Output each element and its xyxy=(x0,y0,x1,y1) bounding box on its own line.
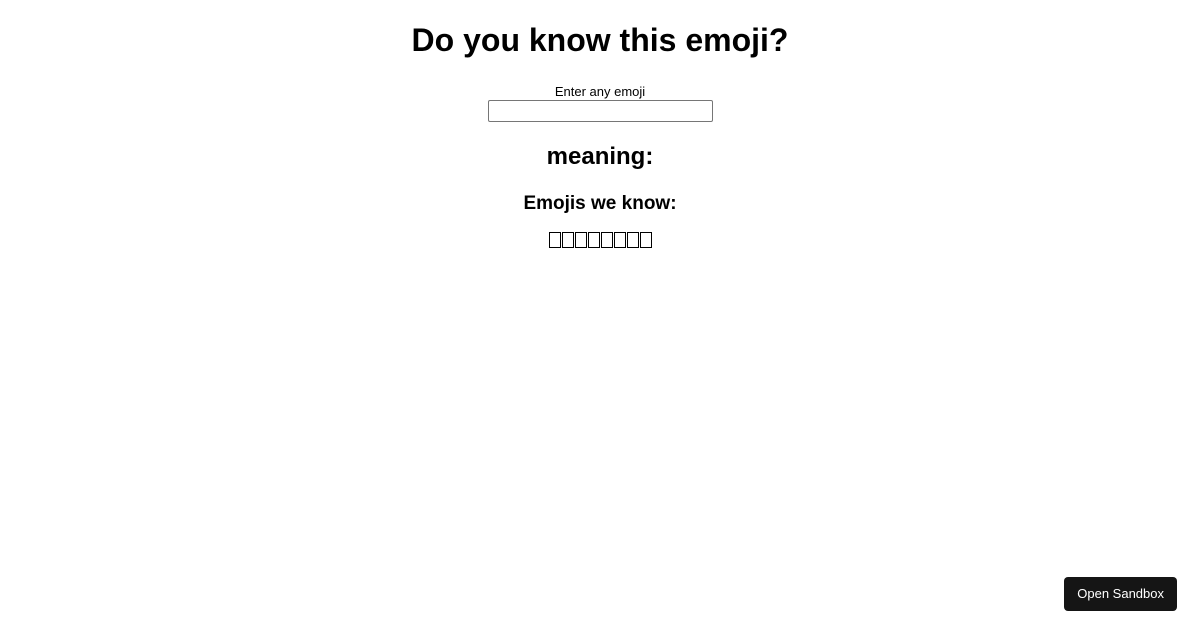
emoji-item[interactable]: 😂 xyxy=(561,232,574,248)
emoji-item[interactable]: 😡 xyxy=(613,232,626,248)
emoji-item[interactable]: 😎 xyxy=(587,232,600,248)
emoji-input-label: Enter any emoji xyxy=(554,84,646,99)
emoji-item[interactable]: 😀 xyxy=(548,232,561,248)
emoji-item[interactable]: 🙏 xyxy=(639,232,652,248)
emoji-input[interactable] xyxy=(487,100,713,122)
open-sandbox-button[interactable]: Open Sandbox xyxy=(1064,577,1177,611)
emoji-item[interactable]: 👍 xyxy=(626,232,639,248)
meaning-heading: meaning: xyxy=(546,143,654,170)
known-emojis-list: 😀 😂 😍 😎 😢 😡 👍 🙏 xyxy=(0,232,1200,248)
emoji-item[interactable]: 😍 xyxy=(574,232,587,248)
emoji-item[interactable]: 😢 xyxy=(600,232,613,248)
app-root: Do you know this emoji? Enter any emoji … xyxy=(0,0,1200,248)
known-emojis-heading: Emojis we know: xyxy=(523,193,677,214)
page-title: Do you know this emoji? xyxy=(411,22,789,58)
